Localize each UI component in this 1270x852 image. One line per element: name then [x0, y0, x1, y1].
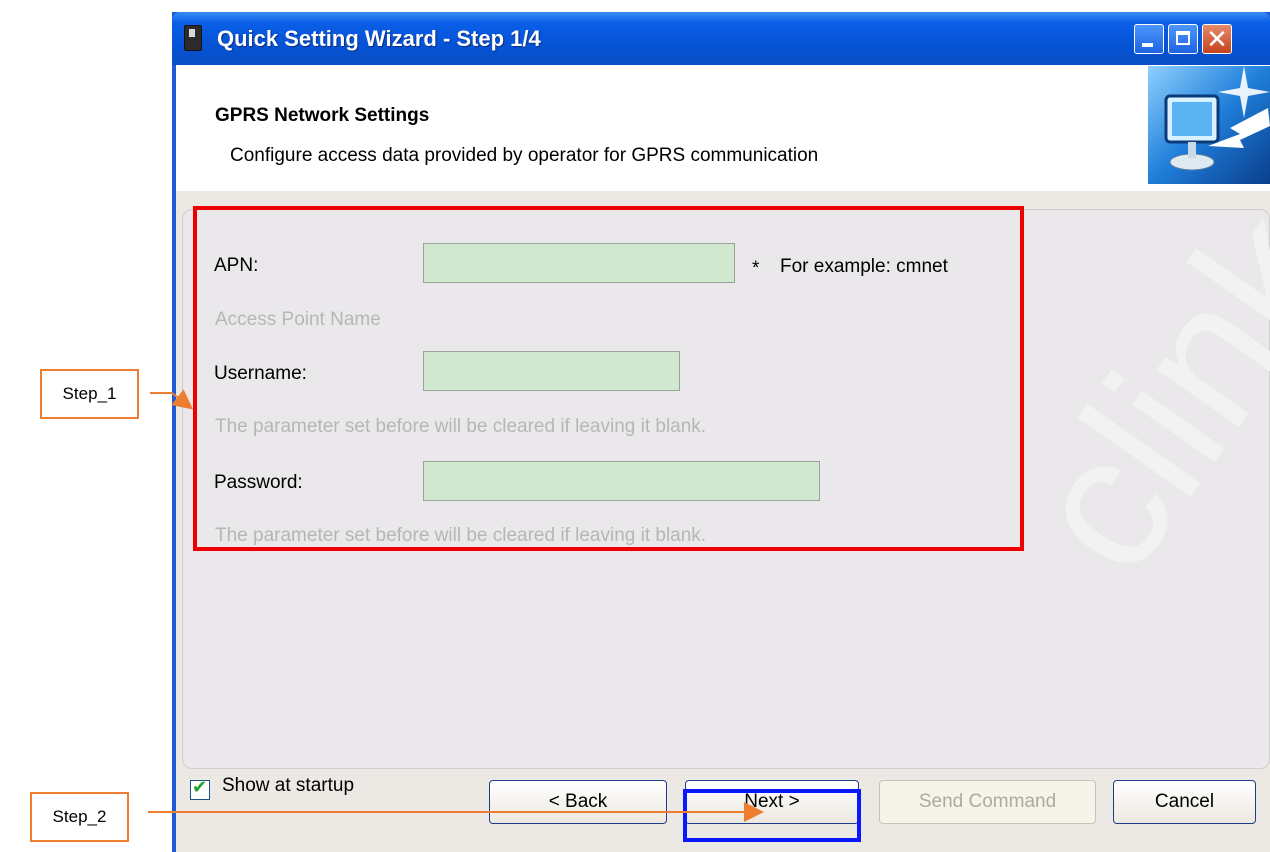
- maximize-button[interactable]: [1168, 24, 1198, 54]
- checkmark-icon: ✔: [192, 777, 208, 797]
- send-command-label: Send Command: [918, 791, 1057, 812]
- step1-highlight-box: [193, 206, 1024, 551]
- maximize-icon: [1176, 31, 1190, 45]
- step1-callout: Step_1: [40, 369, 139, 419]
- minimize-button[interactable]: [1134, 24, 1164, 54]
- page-subtitle: Configure access data provided by operat…: [230, 145, 819, 166]
- step2-callout: Step_2: [30, 792, 129, 842]
- title-bar[interactable]: Quick Setting Wizard - Step 1/4 ✕: [172, 12, 1270, 65]
- back-button[interactable]: < Back: [489, 780, 667, 824]
- send-command-button: Send Command: [879, 780, 1096, 824]
- close-icon: ✕: [1206, 24, 1228, 54]
- wizard-header: GPRS Network Settings Configure access d…: [176, 65, 1270, 191]
- cancel-button-label: Cancel: [1154, 791, 1215, 812]
- step2-callout-label: Step_2: [52, 807, 107, 826]
- page-title: GPRS Network Settings: [215, 105, 430, 126]
- window-title: Quick Setting Wizard - Step 1/4: [217, 26, 541, 51]
- app-icon: [184, 25, 202, 51]
- show-at-startup-checkbox[interactable]: ✔: [190, 777, 210, 800]
- close-button[interactable]: ✕: [1202, 24, 1232, 54]
- cancel-button[interactable]: Cancel: [1113, 780, 1256, 824]
- monitor-arrow-icon: [1148, 66, 1270, 184]
- show-at-startup-label[interactable]: Show at startup: [222, 775, 354, 797]
- step2-highlight-box: [683, 789, 861, 842]
- minimize-icon: [1142, 43, 1153, 47]
- back-button-label: < Back: [548, 791, 608, 812]
- step1-callout-label: Step_1: [62, 384, 117, 403]
